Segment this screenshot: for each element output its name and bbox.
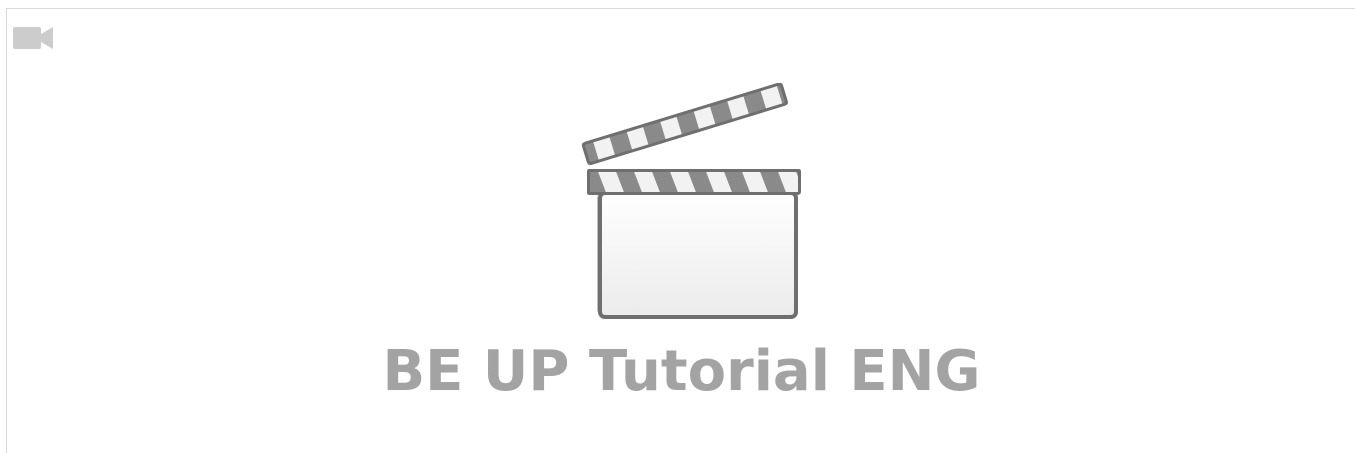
clapperboard-icon bbox=[581, 83, 801, 319]
video-embed-placeholder[interactable]: BE UP Tutorial ENG bbox=[6, 8, 1355, 453]
video-camera-icon bbox=[13, 27, 53, 49]
video-title[interactable]: BE UP Tutorial ENG bbox=[7, 337, 1355, 407]
